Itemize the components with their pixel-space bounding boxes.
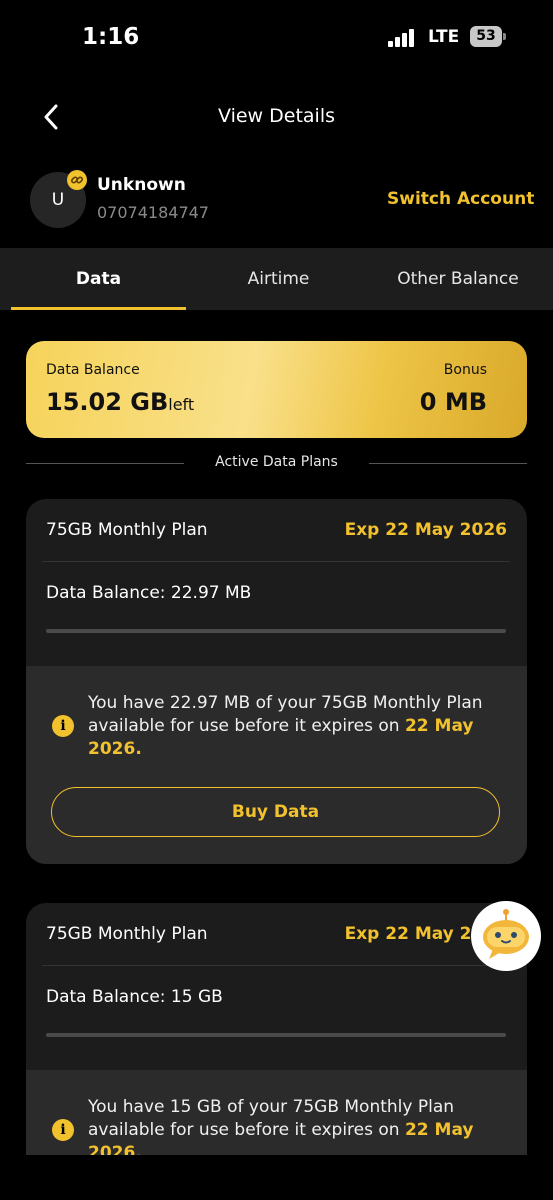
plan-progress-bar xyxy=(46,629,506,633)
plan-separator xyxy=(42,965,510,966)
plan-name: 75GB Monthly Plan xyxy=(46,520,208,540)
tab-bar: Data Airtime Other Balance xyxy=(0,248,553,310)
plan-expiry: Exp 22 May 2026 xyxy=(344,520,507,540)
plan-info-area: i You have 15 GB of your 75GB Monthly Pl… xyxy=(26,1070,527,1155)
plan-separator xyxy=(42,561,510,562)
data-balance-amount: 15.02 GB xyxy=(46,388,169,416)
tab-other-balance[interactable]: Other Balance xyxy=(371,248,545,310)
status-bar: 1:16 LTE 53 xyxy=(0,0,553,76)
plan-info-area: i You have 22.97 MB of your 75GB Monthly… xyxy=(26,666,527,864)
plan-data-balance: Data Balance: 22.97 MB xyxy=(46,583,252,603)
link-icon xyxy=(67,170,87,190)
data-balance-value: 15.02 GBleft xyxy=(46,388,194,416)
tab-airtime[interactable]: Airtime xyxy=(186,248,371,310)
chatbot-button[interactable] xyxy=(471,901,541,971)
page-title: View Details xyxy=(218,105,335,127)
data-balance-card: Data Balance 15.02 GBleft Bonus 0 MB xyxy=(26,341,527,438)
plan-info-body: You have 15 GB of your 75GB Monthly Plan… xyxy=(88,1097,455,1140)
plan-data-balance: Data Balance: 15 GB xyxy=(46,987,223,1007)
plan-info-text: You have 22.97 MB of your 75GB Monthly P… xyxy=(88,692,508,761)
info-icon: i xyxy=(52,715,74,737)
chatbot-icon xyxy=(483,909,529,959)
status-time: 1:16 xyxy=(82,24,140,50)
battery-icon: 53 xyxy=(470,26,502,47)
bonus-value: 0 MB xyxy=(419,388,487,416)
plan-progress-bar xyxy=(46,1033,506,1037)
active-data-plans-heading: Active Data Plans xyxy=(215,454,338,470)
data-balance-suffix: left xyxy=(168,395,195,414)
data-balance-label: Data Balance xyxy=(46,362,140,378)
switch-account-button[interactable]: Switch Account xyxy=(387,189,534,209)
plan-name: 75GB Monthly Plan xyxy=(46,924,208,944)
network-type: LTE xyxy=(428,27,460,47)
battery-tip xyxy=(503,33,506,40)
plan-card: 75GB Monthly Plan Exp 22 May 2026 Data B… xyxy=(26,903,527,1155)
info-icon: i xyxy=(52,1119,74,1141)
account-number: 07074184747 xyxy=(97,203,209,222)
active-tab-indicator xyxy=(11,307,186,310)
plan-card: 75GB Monthly Plan Exp 22 May 2026 Data B… xyxy=(26,499,527,864)
bonus-label: Bonus xyxy=(443,362,487,378)
buy-data-button[interactable]: Buy Data xyxy=(51,787,500,837)
tab-data[interactable]: Data xyxy=(11,248,186,310)
account-name: Unknown xyxy=(97,175,186,195)
signal-icon xyxy=(388,29,418,47)
plan-info-text: You have 15 GB of your 75GB Monthly Plan… xyxy=(88,1096,508,1155)
